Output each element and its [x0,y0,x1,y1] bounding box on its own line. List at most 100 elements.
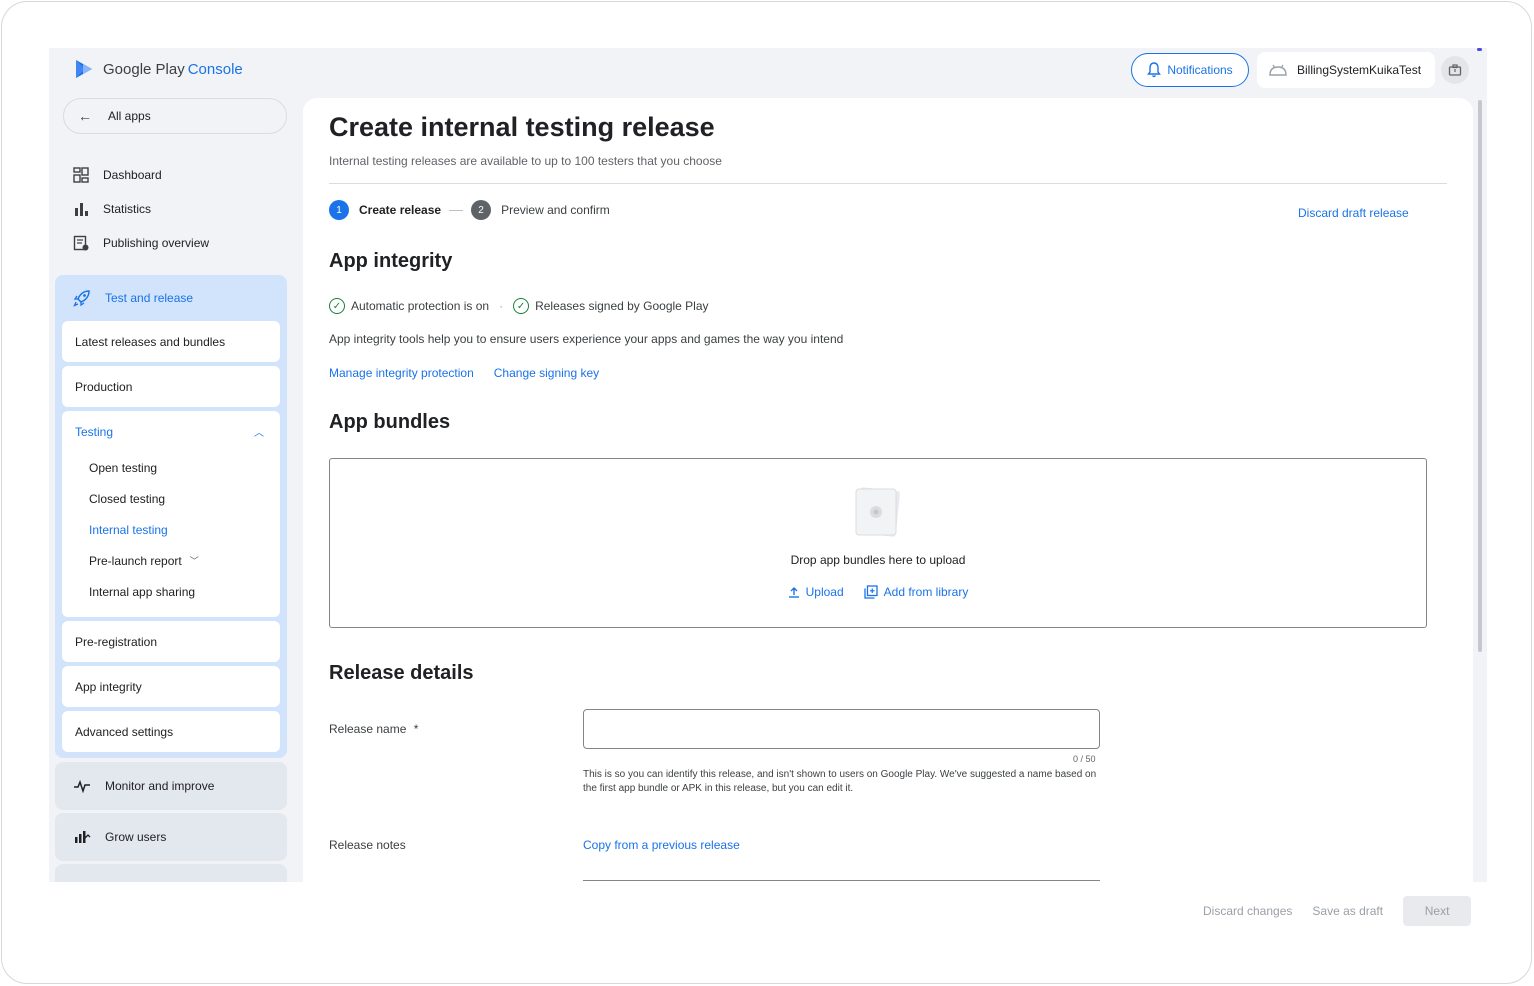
copy-previous-release-link[interactable]: Copy from a previous release [583,838,740,852]
sidebar-item-test-and-release[interactable]: Test and release [55,275,287,321]
window-frame: Google Play Console Notifications Billing… [1,1,1532,984]
sidebar-item-advanced-settings[interactable]: Advanced settings [62,711,280,752]
bundle-file-icon [855,487,900,537]
sidebar-item-label: Production [75,379,133,394]
sidebar-subitem-closed-testing[interactable]: Closed testing [62,483,280,514]
sidebar-item-production[interactable]: Production [62,366,280,407]
step-1-number: 1 [329,200,349,220]
sidebar-subitem-label: Closed testing [89,491,166,506]
logo-brand-text: Google Play [103,60,185,78]
release-name-label-text: Release name [329,722,407,736]
sidebar-item-label: Publishing overview [103,236,210,250]
logo-product-text: Console [187,60,243,78]
rocket-icon [73,290,90,307]
sidebar-item-latest-releases[interactable]: Latest releases and bundles [62,321,280,362]
dropzone-text: Drop app bundles here to upload [790,553,966,567]
main-content: Create internal testing release Internal… [303,98,1473,882]
sidebar-subitem-label: Internal testing [89,522,168,537]
sidebar-subitem-label: Pre-launch report [89,553,182,568]
sidebar-item-pre-registration[interactable]: Pre-registration [62,621,280,662]
add-from-library-button[interactable]: Add from library [864,585,968,599]
check-circle-icon: ✓ [513,298,530,314]
sidebar-subitem-label: Internal app sharing [89,584,196,599]
notifications-label: Notifications [1167,63,1233,77]
sidebar-subitem-label: Open testing [89,460,158,475]
dropzone-actions: Upload Add from library [330,585,1426,599]
app-integrity-description: App integrity tools help you to ensure u… [329,332,844,346]
upload-icon [788,587,799,598]
testing-section: Testing ︿ Open testing Closed testing In… [62,411,280,617]
sidebar-item-label: Dashboard [103,168,162,182]
step-connector [449,209,464,211]
discard-draft-release-link[interactable]: Discard draft release [1298,206,1409,220]
release-stepper: 1 Create release 2 Preview and confirm [329,200,610,220]
play-logo-icon [76,60,92,78]
upload-label: Upload [805,585,844,599]
release-notes-label: Release notes [329,838,406,852]
sidebar-item-testing[interactable]: Testing ︿ [62,411,280,452]
sidebar-item-monitor-and-improve[interactable]: Monitor and improve [55,762,287,810]
arrow-left-icon: ← [78,108,92,124]
integrity-status-2: Releases signed by Google Play [535,299,709,313]
integrity-status: ✓ Automatic protection is on · ✓ Release… [329,298,709,314]
publishing-icon [73,235,89,251]
next-label: Next [1424,904,1450,918]
step-2-number: 2 [471,200,492,220]
change-signing-key-link[interactable]: Change signing key [494,366,599,380]
next-button[interactable]: Next [1403,896,1472,926]
page-title: Create internal testing release [329,112,715,142]
app-bundle-dropzone[interactable]: Drop app bundles here to upload Upload A… [329,458,1427,628]
chevron-up-icon: ︿ [254,428,264,439]
sidebar-subitem-internal-testing[interactable]: Internal testing [62,514,280,545]
dashboard-icon [73,167,89,183]
sidebar-subitem-open-testing[interactable]: Open testing [62,452,280,483]
status-separator: · [499,299,504,313]
save-as-draft-button[interactable]: Save as draft [1312,904,1383,918]
pulse-icon [74,779,90,793]
grow-users-icon [75,831,91,843]
release-name-counter: 0 / 50 [1073,754,1096,764]
step-1-label: Create release [359,203,442,217]
release-name-hint: This is so you can identify this release… [583,769,1097,794]
sidebar-subitem-pre-launch-report[interactable]: Pre-launch report ﹀ [62,545,280,576]
header-divider [329,183,1447,184]
corner-indicator [1477,48,1482,51]
play-console-app: Google Play Console Notifications Billing… [49,48,1487,882]
release-notes-input[interactable] [583,880,1100,882]
sidebar-item-label: Pre-registration [75,634,158,649]
sidebar-item-publishing-overview[interactable]: Publishing overview [63,226,287,260]
play-console-logo[interactable]: Google Play Console [73,58,243,80]
release-name-input[interactable] [583,709,1100,749]
sidebar-item-statistics[interactable]: Statistics [63,192,287,226]
sidebar-subitem-internal-app-sharing[interactable]: Internal app sharing [62,576,280,607]
page-subtitle: Internal testing releases are available … [329,154,722,168]
android-app-icon [1269,64,1287,76]
sidebar-item-label: Grow users [105,830,167,844]
sidebar-item-label: App integrity [75,679,142,694]
footer-actions: Discard changes Save as draft Next [1203,896,1472,926]
check-circle-icon: ✓ [329,298,345,314]
sidebar-item-next-section[interactable] [55,864,287,882]
sidebar-item-app-integrity[interactable]: App integrity [62,666,280,707]
integrity-status-1: Automatic protection is on [351,299,490,313]
upload-button[interactable]: Upload [788,585,844,599]
test-and-release-group: Test and release Latest releases and bun… [55,275,287,758]
notifications-button[interactable]: Notifications [1131,53,1249,87]
chevron-down-icon: ﹀ [189,556,199,566]
sidebar-item-label: Statistics [103,202,152,216]
sidebar-item-dashboard[interactable]: Dashboard [63,158,287,192]
discard-changes-button[interactable]: Discard changes [1203,904,1292,918]
top-bar: Google Play Console Notifications Billing… [49,48,1487,96]
release-details-heading: Release details [329,662,474,684]
manage-integrity-link[interactable]: Manage integrity protection [329,366,474,380]
app-integrity-heading: App integrity [329,250,453,272]
account-switcher[interactable]: BillingSystemKuikaTest [1257,52,1435,88]
main-scrollbar[interactable] [1478,100,1482,652]
all-apps-button[interactable]: ← All apps [63,98,287,134]
required-marker: * [413,722,419,736]
sidebar-item-grow-users[interactable]: Grow users [55,813,287,861]
library-icon [864,585,878,599]
integrity-links: Manage integrity protection Change signi… [329,366,599,380]
bar-chart-icon [75,203,88,216]
developer-account-button[interactable] [1441,56,1469,84]
